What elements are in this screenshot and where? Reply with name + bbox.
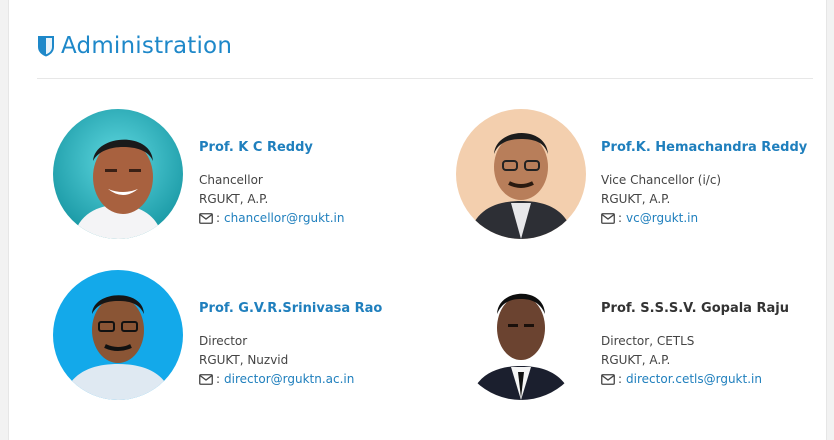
person-name[interactable]: Prof.K. Hemachandra Reddy xyxy=(601,140,834,155)
person-org: RGUKT, A.P. xyxy=(199,192,269,206)
email-link[interactable]: director@rguktn.ac.in xyxy=(224,370,354,389)
person-role: Vice Chancellor (i/c) xyxy=(601,173,722,187)
avatar-vice-chancellor xyxy=(456,109,586,239)
avatar-director-nuzvid xyxy=(53,270,183,400)
person-card-director-cetls: Prof. S.S.S.V. Gopala Raju Director, CET… xyxy=(601,301,834,389)
person-card-director-nuzvid: Prof. G.V.R.Srinivasa Rao Director RGUKT… xyxy=(199,301,439,389)
person-role: Director, CETLS xyxy=(601,334,695,348)
section-header: Administration xyxy=(37,30,232,62)
person-org: RGUKT, A.P. xyxy=(601,192,671,206)
email-separator: : xyxy=(618,372,623,386)
email-link[interactable]: director.cetls@rgukt.in xyxy=(626,370,762,389)
person-name[interactable]: Prof. G.V.R.Srinivasa Rao xyxy=(199,301,439,316)
person-card-chancellor: Prof. K C Reddy Chancellor RGUKT, A.P. :… xyxy=(199,140,439,228)
avatar-director-cetls xyxy=(456,270,586,400)
shield-icon xyxy=(38,36,54,57)
person-name[interactable]: Prof. S.S.S.V. Gopala Raju xyxy=(601,301,834,316)
email-link[interactable]: chancellor@rgukt.in xyxy=(224,209,344,228)
avatar-chancellor xyxy=(53,109,183,239)
email-row: : chancellor@rgukt.in xyxy=(199,209,439,228)
email-row: : director.cetls@rgukt.in xyxy=(601,370,834,389)
envelope-icon xyxy=(601,374,615,385)
person-role: Chancellor xyxy=(199,173,263,187)
email-separator: : xyxy=(618,211,623,225)
email-row: : vc@rgukt.in xyxy=(601,209,834,228)
person-org: RGUKT, A.P. xyxy=(601,353,671,367)
email-separator: : xyxy=(216,211,221,225)
person-org: RGUKT, Nuzvid xyxy=(199,353,289,367)
person-role: Director xyxy=(199,334,248,348)
person-card-vice-chancellor: Prof.K. Hemachandra Reddy Vice Chancello… xyxy=(601,140,834,228)
envelope-icon xyxy=(199,213,213,224)
envelope-icon xyxy=(601,213,615,224)
person-name[interactable]: Prof. K C Reddy xyxy=(199,140,439,155)
email-row: : director@rguktn.ac.in xyxy=(199,370,439,389)
email-separator: : xyxy=(216,372,221,386)
header-divider xyxy=(37,78,813,79)
envelope-icon xyxy=(199,374,213,385)
email-link[interactable]: vc@rgukt.in xyxy=(626,209,698,228)
section-title: Administration xyxy=(61,33,233,59)
